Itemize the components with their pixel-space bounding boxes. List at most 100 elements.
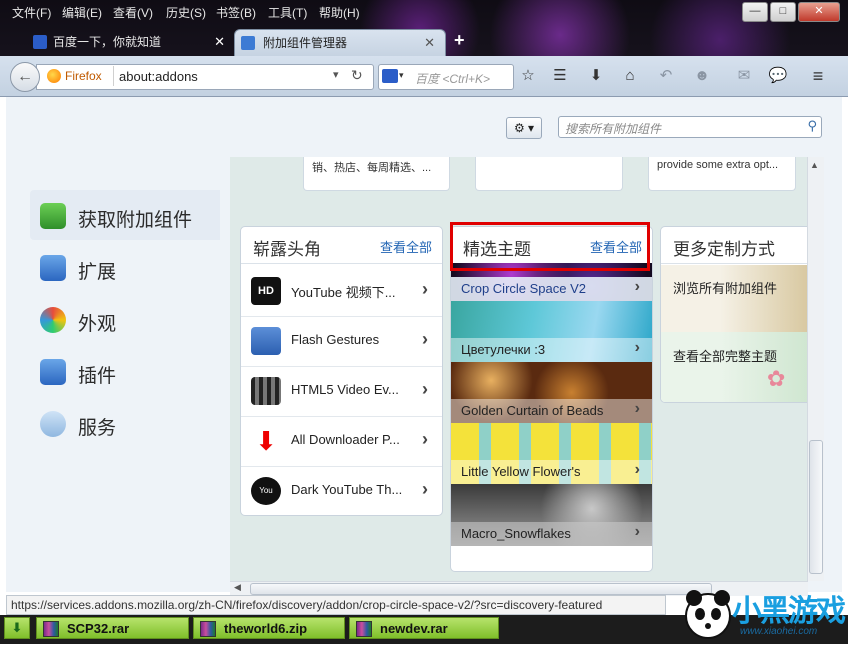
more-ways-panel: 更多定制方式 浏览所有附加组件 查看全部完整主题 ✿ (660, 226, 809, 403)
new-tab-button[interactable]: + (454, 30, 465, 51)
minimize-button[interactable]: — (742, 2, 768, 22)
menu-help[interactable]: 帮助(H) (319, 4, 360, 22)
view-all-themes-link[interactable]: 查看全部完整主题 ✿ (661, 332, 809, 402)
chat-icon[interactable]: 💬 (768, 66, 788, 86)
menu-tools[interactable]: 工具(T) (268, 4, 307, 22)
chevron-right-icon: › (634, 400, 640, 417)
dropdown-arrow-icon[interactable]: ▾ (333, 68, 339, 81)
category-extensions[interactable]: 扩展 (30, 242, 220, 292)
puzzle-icon (241, 36, 255, 50)
palette-icon (40, 307, 66, 333)
share-icon[interactable]: ↶ (656, 66, 676, 86)
reload-icon[interactable]: ↻ (351, 67, 363, 84)
panel-title: 崭露头角 (253, 240, 321, 259)
baidu-paw-icon (382, 69, 398, 83)
bubble-icon[interactable]: ✉ (734, 66, 754, 86)
addon-name: All Downloader P... (291, 432, 400, 447)
watermark-logo: 小黑游戏 www.xiaohei.com (680, 578, 848, 644)
theme-item[interactable]: Цветулечки :3 › (451, 301, 652, 362)
chevron-right-icon: › (422, 329, 428, 349)
addons-search-input[interactable]: 搜索所有附加组件 ⚲ (558, 116, 822, 138)
see-all-link[interactable]: 查看全部 (380, 237, 432, 256)
bookmarks-list-icon[interactable]: ☰ (550, 66, 570, 86)
film-strip-icon (251, 377, 281, 405)
zip-archive-icon (200, 621, 216, 637)
menu-file[interactable]: 文件(F) (12, 4, 51, 22)
category-get-addons[interactable]: 获取附加组件 (30, 190, 220, 240)
link-label: 查看全部完整主题 (673, 349, 778, 364)
social-icon[interactable]: ☻ (692, 66, 712, 86)
download-item[interactable]: newdev.rar (349, 617, 499, 639)
theme-name: Golden Curtain of Beads (461, 403, 604, 418)
rar-archive-icon (43, 621, 59, 637)
close-tab-icon[interactable]: ✕ (214, 29, 225, 55)
menu-edit[interactable]: 编辑(E) (62, 4, 102, 22)
chat-bubble-icon (40, 411, 66, 437)
search-icon[interactable]: ⚲ (807, 118, 817, 134)
back-arrow-icon: ← (17, 68, 33, 85)
web-search-bar[interactable]: ▾ 百度 <Ctrl+K> (378, 64, 514, 90)
category-services[interactable]: 服务 (30, 398, 220, 448)
addon-item[interactable]: You Dark YouTube Th... › (241, 466, 442, 515)
menu-view[interactable]: 查看(V) (113, 4, 153, 22)
home-icon[interactable]: ⌂ (620, 66, 640, 86)
theme-name: Цветулечки :3 (461, 342, 546, 357)
hand-cursor-icon (251, 327, 281, 355)
search-placeholder: 百度 <Ctrl+K> (415, 72, 491, 86)
category-appearance[interactable]: 外观 (30, 294, 220, 344)
theme-item[interactable]: Golden Curtain of Beads › (451, 362, 652, 423)
bookmark-star-icon[interactable]: ☆ (518, 66, 538, 86)
download-tray-icon (40, 203, 66, 229)
hamburger-menu-icon[interactable]: ≡ (808, 66, 828, 86)
featured-card[interactable]: 销、热店、每周精选、... (303, 157, 450, 191)
identity-label: Firefox (65, 69, 102, 83)
browse-all-addons-link[interactable]: 浏览所有附加组件 (661, 265, 809, 332)
back-button[interactable]: ← (10, 62, 40, 92)
addon-item[interactable]: Flash Gestures › (241, 316, 442, 367)
featured-card[interactable]: provide some extra opt... (648, 157, 796, 191)
downloads-icon[interactable]: ⬇ (586, 66, 606, 86)
chevron-right-icon: › (422, 279, 428, 299)
tab-baidu[interactable]: 百度一下，你就知道 ✕ (27, 29, 235, 55)
scroll-up-icon[interactable]: ▲ (810, 160, 819, 170)
menu-history[interactable]: 历史(S) (166, 4, 206, 22)
baidu-paw-icon (33, 35, 47, 49)
addon-item[interactable]: ⬇ All Downloader P... › (241, 416, 442, 467)
download-item[interactable]: SCP32.rar (36, 617, 189, 639)
window-close-button[interactable]: ✕ (798, 2, 840, 22)
chevron-down-icon[interactable]: ▾ (399, 70, 404, 81)
menu-bookmarks[interactable]: 书签(B) (216, 4, 256, 22)
chevron-right-icon: › (422, 479, 428, 499)
chevron-right-icon: › (634, 523, 640, 540)
horizontal-scroll-thumb[interactable] (250, 583, 712, 595)
category-label: 扩展 (78, 262, 117, 283)
chevron-right-icon: › (634, 278, 640, 295)
maximize-button[interactable]: □ (770, 2, 796, 22)
lego-brick-icon (40, 359, 66, 385)
theme-item[interactable]: Macro_Snowflakes › (451, 484, 652, 546)
category-label: 服务 (78, 418, 117, 439)
addon-name: Flash Gestures (291, 332, 380, 347)
scroll-left-icon[interactable]: ◀ (234, 582, 241, 593)
theme-item[interactable]: Little Yellow Flower's › (451, 423, 652, 484)
tab-label: 附加组件管理器 (263, 36, 348, 50)
addons-search-placeholder: 搜索所有附加组件 (565, 122, 662, 136)
category-plugins[interactable]: 插件 (30, 346, 220, 396)
addon-item[interactable]: HD YouTube 视频下... › (241, 266, 442, 317)
tab-label: 百度一下，你就知道 (53, 35, 162, 49)
category-label: 外观 (78, 314, 117, 335)
vertical-scroll-thumb[interactable] (809, 440, 823, 574)
downloads-arrow-icon[interactable]: ⬇ (4, 617, 30, 639)
tab-addons-manager[interactable]: 附加组件管理器 ✕ (234, 29, 446, 56)
featured-card[interactable] (475, 157, 623, 191)
tools-gear-button[interactable]: ⚙ ▾ (506, 117, 542, 139)
url-bar[interactable]: Firefox about:addons ▾ ↻ (36, 64, 374, 90)
watermark-site: www.xiaohei.com (740, 626, 818, 637)
url-text: about:addons (119, 69, 198, 84)
navigation-toolbar: Firefox about:addons ▾ ↻ ← ▾ 百度 <Ctrl+K>… (0, 56, 848, 97)
addon-item[interactable]: HTML5 Video Ev... › (241, 366, 442, 417)
close-tab-icon[interactable]: ✕ (424, 30, 435, 56)
firefox-icon (47, 69, 61, 83)
theme-name: Crop Circle Space V2 (461, 281, 586, 296)
download-item[interactable]: theworld6.zip (193, 617, 345, 639)
